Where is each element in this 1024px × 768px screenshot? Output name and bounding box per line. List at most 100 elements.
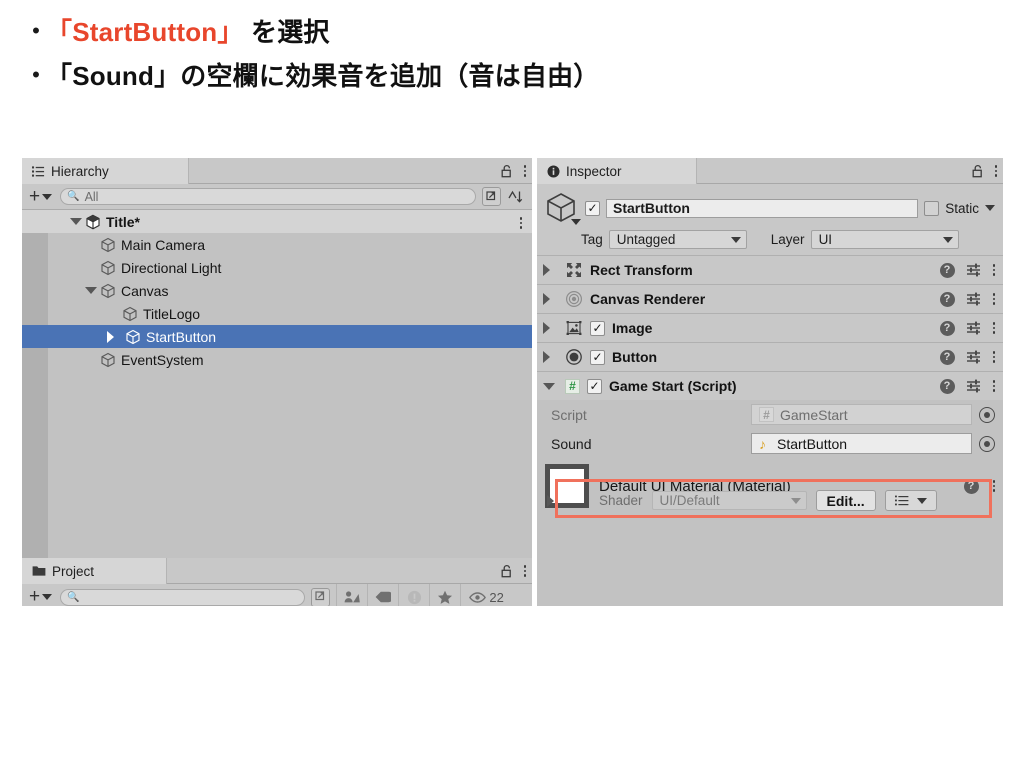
static-dropdown-chevron-icon[interactable] [985, 205, 995, 211]
kebab-menu-icon[interactable] [993, 322, 996, 334]
component-row-game-start-script[interactable]: # ✓ Game Start (Script) ? [537, 371, 1003, 400]
label-tag-icon[interactable] [367, 584, 398, 606]
visibility-eye-icon[interactable]: 22 [460, 584, 512, 606]
tree-item-label: TitleLogo [143, 306, 200, 322]
tree-item-directional-light[interactable]: Directional Light [22, 256, 532, 279]
chevron-down-icon [943, 237, 953, 243]
create-object-button[interactable]: + [27, 189, 54, 205]
kebab-menu-icon[interactable] [520, 217, 523, 229]
tag-label: Tag [581, 232, 603, 247]
tree-item-title[interactable]: Title* [22, 210, 532, 233]
hierarchy-list-icon [32, 165, 45, 178]
foldout-closed-icon[interactable] [107, 331, 119, 343]
warning-filter-icon[interactable] [398, 584, 429, 606]
plus-icon: + [29, 589, 40, 605]
tag-dropdown[interactable]: Untagged [609, 230, 747, 249]
tree-item-label: Main Camera [121, 237, 205, 253]
kebab-menu-icon[interactable] [993, 264, 996, 276]
static-checkbox[interactable] [924, 201, 939, 216]
help-circle-icon[interactable]: ? [940, 321, 955, 336]
preset-sliders-icon[interactable] [966, 378, 982, 394]
help-circle-icon[interactable]: ? [940, 263, 955, 278]
material-foldout-closed-icon[interactable] [547, 495, 554, 507]
sort-alpha-icon[interactable] [507, 189, 523, 205]
image-enabled-checkbox[interactable]: ✓ [590, 321, 605, 336]
kebab-menu-icon[interactable] [524, 565, 527, 577]
hierarchy-panel: Hierarchy + 🔍 All [22, 158, 532, 606]
chevron-down-icon[interactable] [571, 219, 581, 225]
kebab-menu-icon[interactable] [524, 165, 527, 177]
kebab-menu-icon[interactable] [993, 380, 996, 392]
project-filter-icons: 22 [336, 584, 512, 606]
favorite-star-icon[interactable] [429, 584, 460, 606]
foldout-closed-icon[interactable] [543, 264, 555, 276]
component-actions: ? [940, 378, 996, 394]
property-row-script: Script # GameStart [537, 400, 1003, 429]
kebab-menu-icon[interactable] [995, 165, 998, 177]
shader-dropdown[interactable]: UI/Default [652, 491, 807, 510]
open-in-new-icon[interactable] [482, 187, 501, 206]
preset-sliders-icon[interactable] [966, 291, 982, 307]
object-picker-icon[interactable] [979, 407, 995, 423]
tree-item-canvas[interactable]: Canvas [22, 279, 532, 302]
tab-hierarchy[interactable]: Hierarchy [22, 158, 189, 184]
open-in-new-icon[interactable] [311, 588, 330, 607]
project-search-input[interactable]: 🔍 [60, 589, 305, 606]
tree-item-main-camera[interactable]: Main Camera [22, 233, 532, 256]
component-row-image[interactable]: ✓ Image ? [537, 313, 1003, 342]
scene-icon [85, 214, 101, 230]
project-create-button[interactable]: + [27, 589, 54, 605]
avatar-filter-icon[interactable] [336, 584, 367, 606]
lock-open-icon[interactable] [501, 564, 514, 578]
tree-item-titlelogo[interactable]: TitleLogo [22, 302, 532, 325]
foldout-closed-icon[interactable] [543, 293, 555, 305]
foldout-open-icon[interactable] [543, 383, 555, 390]
kebab-menu-icon[interactable] [993, 293, 996, 305]
edit-button-label: Edit... [827, 493, 865, 509]
project-panel: Project + 🔍 [22, 558, 532, 606]
edit-shader-button[interactable]: Edit... [816, 490, 876, 511]
material-shader-row: Shader UI/Default Edit... [545, 490, 995, 511]
foldout-closed-icon[interactable] [543, 322, 555, 334]
foldout-closed-icon[interactable] [543, 351, 555, 363]
help-circle-icon[interactable]: ? [964, 479, 979, 494]
gameobject-cube-icon [125, 329, 141, 345]
foldout-open-icon[interactable] [70, 218, 82, 225]
tab-project[interactable]: Project [22, 558, 167, 584]
script-hash-icon: # [565, 379, 580, 394]
tree-item-startbutton[interactable]: StartButton [22, 325, 532, 348]
hierarchy-search-input[interactable]: 🔍 All [60, 188, 476, 205]
layer-dropdown[interactable]: UI [811, 230, 959, 249]
script-enabled-checkbox[interactable]: ✓ [587, 379, 602, 394]
object-picker-icon[interactable] [979, 436, 995, 452]
sound-object-field[interactable]: ♪ StartButton [751, 433, 972, 454]
gameobject-cube-icon [122, 306, 138, 322]
component-row-canvas-renderer[interactable]: Canvas Renderer ? [537, 284, 1003, 313]
kebab-menu-icon[interactable] [993, 480, 996, 492]
bullet-item-2: • 「Sound」の空欄に効果音を追加（音は自由） [26, 58, 1024, 94]
component-name: Button [612, 349, 933, 365]
preset-list-button[interactable] [885, 490, 937, 511]
script-object-field[interactable]: # GameStart [751, 404, 972, 425]
component-row-button[interactable]: ✓ Button ? [537, 342, 1003, 371]
help-circle-icon[interactable]: ? [940, 292, 955, 307]
search-icon: 🔍 [67, 191, 79, 202]
tree-item-eventsystem[interactable]: EventSystem [22, 348, 532, 371]
kebab-menu-icon[interactable] [993, 351, 996, 363]
preset-sliders-icon[interactable] [966, 349, 982, 365]
lock-open-icon[interactable] [501, 164, 514, 178]
help-circle-icon[interactable]: ? [940, 350, 955, 365]
preset-sliders-icon[interactable] [966, 320, 982, 336]
object-name-input[interactable]: StartButton [606, 199, 918, 218]
button-enabled-checkbox[interactable]: ✓ [590, 350, 605, 365]
preset-sliders-icon[interactable] [966, 262, 982, 278]
object-enabled-checkbox[interactable]: ✓ [585, 201, 600, 216]
project-tabstrip: Project [22, 558, 532, 584]
help-circle-icon[interactable]: ? [940, 379, 955, 394]
lock-open-icon[interactable] [972, 164, 985, 178]
tab-inspector[interactable]: Inspector [537, 158, 697, 184]
component-row-rect-transform[interactable]: Rect Transform ? [537, 255, 1003, 284]
foldout-open-icon[interactable] [85, 287, 97, 294]
inspector-name-row: ✓ StartButton Static [545, 192, 995, 224]
material-block: Default UI Material (Material) ? Shader … [537, 458, 1003, 513]
